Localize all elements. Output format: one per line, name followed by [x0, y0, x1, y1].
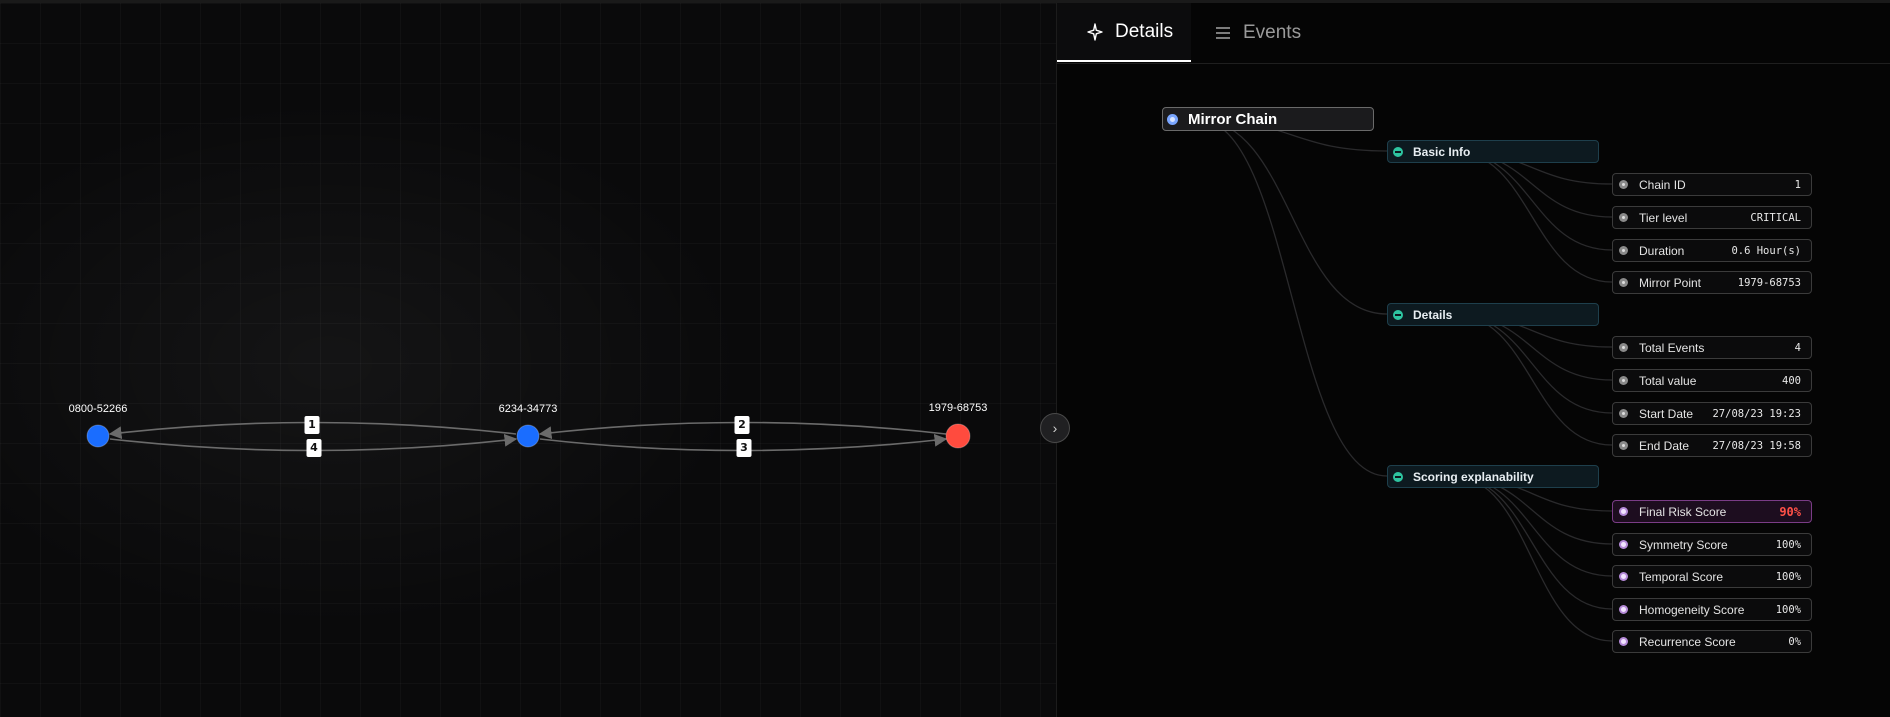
group-basic-info[interactable]: Basic Info	[1387, 140, 1599, 163]
leaf-value: 0.6 Hour(s)	[1731, 244, 1801, 257]
edge-label-3[interactable]: 3	[736, 439, 752, 457]
group-title: Scoring explanability	[1413, 469, 1534, 484]
leaf-duration[interactable]: Duration 0.6 Hour(s)	[1612, 239, 1812, 262]
leaf-value: 100%	[1775, 570, 1801, 583]
graph-node-1979-68753[interactable]	[945, 423, 971, 449]
leaf-chain-id[interactable]: Chain ID 1	[1612, 173, 1812, 196]
collapse-icon	[1393, 471, 1403, 482]
graph-node-0800-52266[interactable]	[86, 424, 110, 448]
collapse-icon	[1393, 146, 1403, 157]
leaf-value: CRITICAL	[1750, 211, 1801, 224]
leaf-label: Start Date	[1639, 406, 1694, 421]
leaf-temporal-score[interactable]: Temporal Score 100%	[1612, 565, 1812, 588]
score-icon	[1619, 572, 1628, 581]
leaf-tier-level[interactable]: Tier level CRITICAL	[1612, 206, 1812, 229]
tree-connector	[1451, 475, 1613, 577]
leaf-symmetry-score[interactable]: Symmetry Score 100%	[1612, 533, 1812, 556]
leaf-value: 4	[1794, 341, 1801, 354]
leaf-label: Total value	[1639, 373, 1697, 388]
leaf-label: Final Risk Score	[1639, 504, 1727, 519]
leaf-value: 1979-68753	[1737, 276, 1801, 289]
group-title: Basic Info	[1413, 144, 1471, 159]
group-scoring[interactable]: Scoring explanability	[1387, 465, 1599, 488]
score-icon	[1619, 507, 1628, 516]
edge-label-1[interactable]: 1	[304, 416, 320, 434]
tree-connector	[1451, 475, 1613, 610]
node-icon	[1167, 113, 1178, 125]
node-label: 6234-34773	[498, 403, 558, 415]
graph-canvas[interactable]	[0, 3, 1056, 717]
leaf-label: Tier level	[1639, 210, 1688, 225]
leaf-start-date[interactable]: Start Date 27/08/23 19:23	[1612, 402, 1812, 425]
property-icon	[1619, 213, 1628, 222]
tree-connector	[1196, 118, 1388, 315]
leaf-mirror-point[interactable]: Mirror Point 1979-68753	[1612, 271, 1812, 294]
leaf-value: 27/08/23 19:58	[1712, 439, 1801, 452]
leaf-total-value[interactable]: Total value 400	[1612, 369, 1812, 392]
details-panel: Details Events Mirror Chain Basic Info C…	[1057, 3, 1890, 717]
leaf-label: Total Events	[1639, 340, 1705, 355]
leaf-value: 100%	[1775, 603, 1801, 616]
leaf-value: 1	[1794, 178, 1801, 191]
leaf-label: Symmetry Score	[1639, 537, 1728, 552]
leaf-value: 0%	[1788, 635, 1801, 648]
score-icon	[1619, 605, 1628, 614]
property-icon	[1619, 246, 1628, 255]
leaf-total-events[interactable]: Total Events 4	[1612, 336, 1812, 359]
property-icon	[1619, 180, 1628, 189]
node-label: 0800-52266	[68, 403, 128, 415]
leaf-value: 27/08/23 19:23	[1712, 407, 1801, 420]
tree-connector	[1451, 150, 1613, 283]
leaf-label: End Date	[1639, 438, 1690, 453]
leaf-label: Homogeneity Score	[1639, 602, 1745, 617]
leaf-label: Temporal Score	[1639, 569, 1724, 584]
leaf-recurrence-score[interactable]: Recurrence Score 0%	[1612, 630, 1812, 653]
group-title: Details	[1413, 307, 1453, 322]
tree-connector	[1196, 118, 1388, 477]
leaf-value: 400	[1782, 374, 1801, 387]
property-icon	[1619, 343, 1628, 352]
tree-root-title: Mirror Chain	[1188, 110, 1278, 128]
edge-label-4[interactable]: 4	[306, 439, 322, 457]
chevron-right-icon: ›	[1052, 420, 1058, 436]
leaf-label: Chain ID	[1639, 177, 1686, 192]
leaf-final-risk-score[interactable]: Final Risk Score 90%	[1612, 500, 1812, 523]
edge-label-2[interactable]: 2	[734, 416, 750, 434]
score-icon	[1619, 637, 1628, 646]
group-details[interactable]: Details	[1387, 303, 1599, 326]
leaf-label: Duration	[1639, 243, 1685, 258]
tree-connector	[1451, 313, 1613, 446]
collapse-icon	[1393, 309, 1403, 320]
leaf-value: 100%	[1775, 538, 1801, 551]
leaf-homogeneity-score[interactable]: Homogeneity Score 100%	[1612, 598, 1812, 621]
leaf-label: Recurrence Score	[1639, 634, 1736, 649]
tree-connector	[1451, 150, 1613, 251]
tree-connector	[1451, 313, 1613, 414]
property-icon	[1619, 376, 1628, 385]
tree-connector	[1451, 475, 1613, 642]
score-icon	[1619, 540, 1628, 549]
graph-panel[interactable]: 0800-52266 6234-34773 1979-68753 1 4 2 3	[0, 3, 1057, 717]
property-icon	[1619, 278, 1628, 287]
property-icon	[1619, 441, 1628, 450]
leaf-value: 90%	[1779, 504, 1801, 519]
leaf-label: Mirror Point	[1639, 275, 1702, 290]
node-label: 1979-68753	[928, 402, 988, 414]
property-icon	[1619, 409, 1628, 418]
tree-root-node[interactable]: Mirror Chain	[1162, 107, 1374, 131]
collapse-panel-button[interactable]: ›	[1040, 413, 1070, 443]
leaf-end-date[interactable]: End Date 27/08/23 19:58	[1612, 434, 1812, 457]
graph-node-6234-34773[interactable]	[516, 424, 540, 448]
